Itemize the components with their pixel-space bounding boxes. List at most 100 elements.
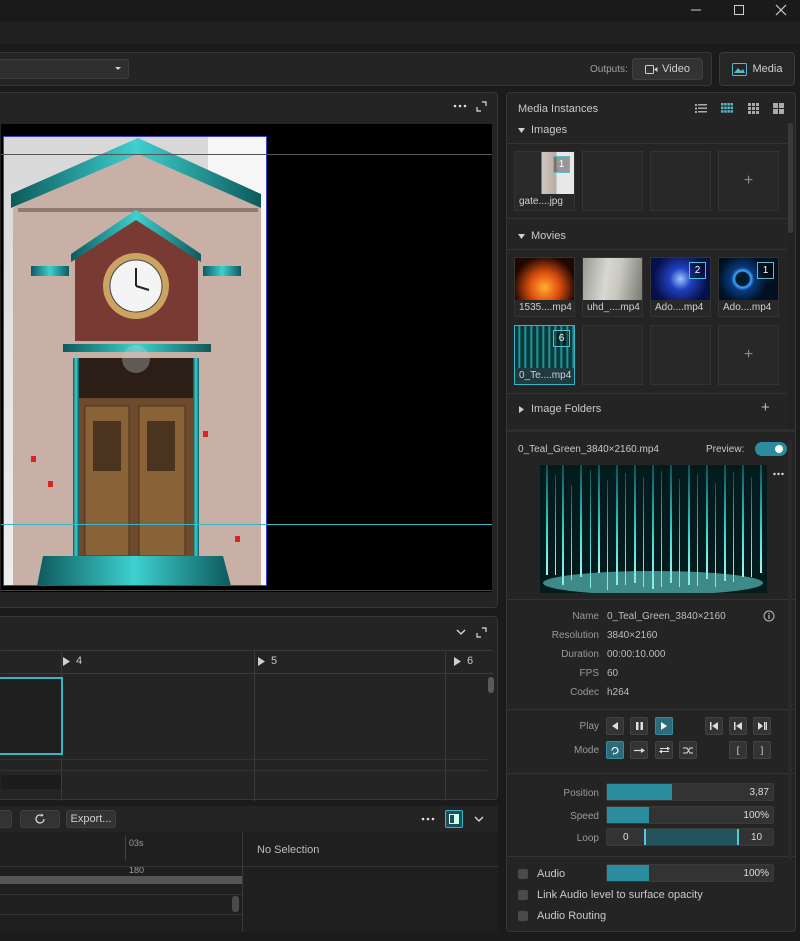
audio-routing-label: Audio Routing	[537, 910, 607, 922]
set-in-point-button[interactable]: [	[729, 741, 747, 759]
loop-range-slider[interactable]: 0 10	[606, 828, 774, 846]
empty-media-slot[interactable]	[650, 325, 711, 385]
grid-large-icon[interactable]	[773, 103, 784, 114]
audio-checkbox[interactable]	[518, 869, 528, 879]
info-duration-value: 00:00:10.000	[607, 649, 666, 660]
list-view-icon[interactable]	[695, 103, 707, 113]
video-output-label: Video	[662, 63, 690, 75]
movies-section-label: Movies	[531, 230, 566, 242]
empty-media-slot[interactable]	[582, 151, 643, 211]
loop-min-value: 0	[623, 832, 629, 843]
go-to-start-button[interactable]	[705, 717, 723, 735]
outputs-label: Outputs:	[590, 64, 628, 75]
media-button[interactable]: Media	[719, 52, 795, 86]
media-thumbnail-fire[interactable]: 1535....mp4	[514, 257, 575, 317]
timeline-divider	[242, 832, 243, 932]
panel-toggle-button[interactable]	[445, 810, 463, 828]
position-slider[interactable]: 3,87	[606, 783, 774, 801]
media-scrollbar-thumb[interactable]	[788, 123, 793, 233]
maximize-icon[interactable]	[731, 2, 747, 18]
refresh-icon	[34, 813, 46, 825]
more-options-icon[interactable]	[453, 101, 467, 111]
image-folders-label: Image Folders	[531, 403, 602, 415]
audio-label: Audio	[537, 868, 566, 880]
add-media-slot[interactable]: +	[718, 325, 779, 385]
inspector-divider	[243, 866, 498, 867]
layer-column-6[interactable]: 6	[454, 655, 473, 667]
panel-divider	[507, 599, 795, 600]
more-options-icon[interactable]	[421, 815, 435, 823]
media-thumbnail-ring[interactable]: 1 Ado....mp4	[718, 257, 779, 317]
layer-column-5[interactable]: 5	[258, 655, 277, 667]
images-section-header[interactable]: Images	[518, 124, 567, 136]
refresh-button[interactable]	[20, 810, 60, 828]
chevron-down-icon[interactable]	[456, 629, 466, 636]
next-frame-button[interactable]	[753, 717, 771, 735]
add-folder-button[interactable]: +	[761, 399, 770, 416]
more-options-icon[interactable]	[773, 471, 784, 477]
mode-random-button[interactable]	[679, 741, 697, 759]
expand-icon[interactable]	[476, 101, 487, 112]
audio-slider[interactable]: 100%	[606, 864, 774, 882]
instance-count-badge: 1	[553, 156, 570, 173]
add-media-slot[interactable]: +	[718, 151, 779, 211]
composition-dropdown[interactable]	[0, 59, 129, 79]
loop-in-handle[interactable]	[644, 829, 646, 845]
media-thumbnail-book[interactable]: uhd_....mp4	[582, 257, 643, 317]
play-backward-button[interactable]	[606, 717, 624, 735]
layer-column-4[interactable]: 4	[63, 655, 82, 667]
toggle-knob	[775, 445, 783, 453]
arrow-right-icon	[633, 747, 645, 754]
timeline-scrollbar[interactable]	[232, 896, 239, 912]
pause-button[interactable]	[630, 717, 648, 735]
play-forward-button[interactable]	[655, 717, 673, 735]
image-folders-section-header[interactable]: Image Folders	[519, 403, 601, 415]
selected-clip-slot[interactable]	[0, 677, 63, 755]
pause-icon	[635, 722, 643, 730]
expand-icon[interactable]	[476, 627, 487, 638]
layer-name-field[interactable]	[1, 775, 61, 789]
grid-medium-icon[interactable]	[748, 103, 759, 114]
set-out-point-button[interactable]: ]	[753, 741, 771, 759]
link-audio-checkbox[interactable]	[518, 890, 528, 900]
media-thumbnail-tunnel[interactable]: 2 Ado....mp4	[650, 257, 711, 317]
preview-label: Preview:	[706, 444, 745, 455]
play-backward-icon	[612, 722, 618, 730]
loop-out-handle[interactable]	[737, 829, 739, 845]
guide-line	[1, 590, 492, 591]
media-thumbnail-gate[interactable]: 1 gate....jpg	[514, 151, 575, 211]
timeline-track-bar[interactable]	[0, 876, 242, 884]
media-instances-title: Media Instances	[518, 103, 599, 115]
layer-column-label: 5	[271, 655, 278, 667]
mode-loop-button[interactable]	[606, 741, 624, 759]
empty-media-slot[interactable]	[582, 325, 643, 385]
grid-small-icon[interactable]	[721, 103, 733, 113]
plus-icon: +	[743, 346, 754, 363]
title-bar	[0, 0, 800, 20]
audio-slider-fill	[607, 865, 649, 881]
guide-line	[1, 154, 492, 155]
close-icon[interactable]	[773, 2, 789, 18]
preview-toggle[interactable]	[755, 442, 787, 456]
audio-routing-checkbox[interactable]	[518, 911, 528, 921]
guide-line	[1, 524, 492, 525]
media-thumbnail-teal-green[interactable]: 6 0_Te....mp4	[514, 325, 575, 385]
viewport-canvas[interactable]	[1, 124, 492, 592]
toolbar-button[interactable]	[0, 810, 12, 828]
chevron-down-icon[interactable]	[474, 816, 484, 823]
window-scrollbar[interactable]	[788, 440, 792, 860]
speed-slider[interactable]: 100%	[606, 806, 774, 824]
export-button[interactable]: Export...	[66, 810, 116, 828]
mode-ping-pong-button[interactable]	[655, 741, 673, 759]
layers-scrollbar[interactable]	[488, 677, 494, 693]
empty-media-slot[interactable]	[650, 151, 711, 211]
mode-once-button[interactable]	[630, 741, 648, 759]
previous-frame-button[interactable]	[729, 717, 747, 735]
video-output-button[interactable]: Video	[632, 58, 703, 80]
position-slider-fill	[607, 784, 672, 800]
info-icon[interactable]	[763, 610, 775, 622]
thumbnail-caption: gate....jpg	[519, 196, 563, 207]
movies-section-header[interactable]: Movies	[518, 230, 566, 242]
layers-panel: 4 5 6	[0, 616, 498, 801]
minimize-icon[interactable]	[688, 2, 704, 18]
